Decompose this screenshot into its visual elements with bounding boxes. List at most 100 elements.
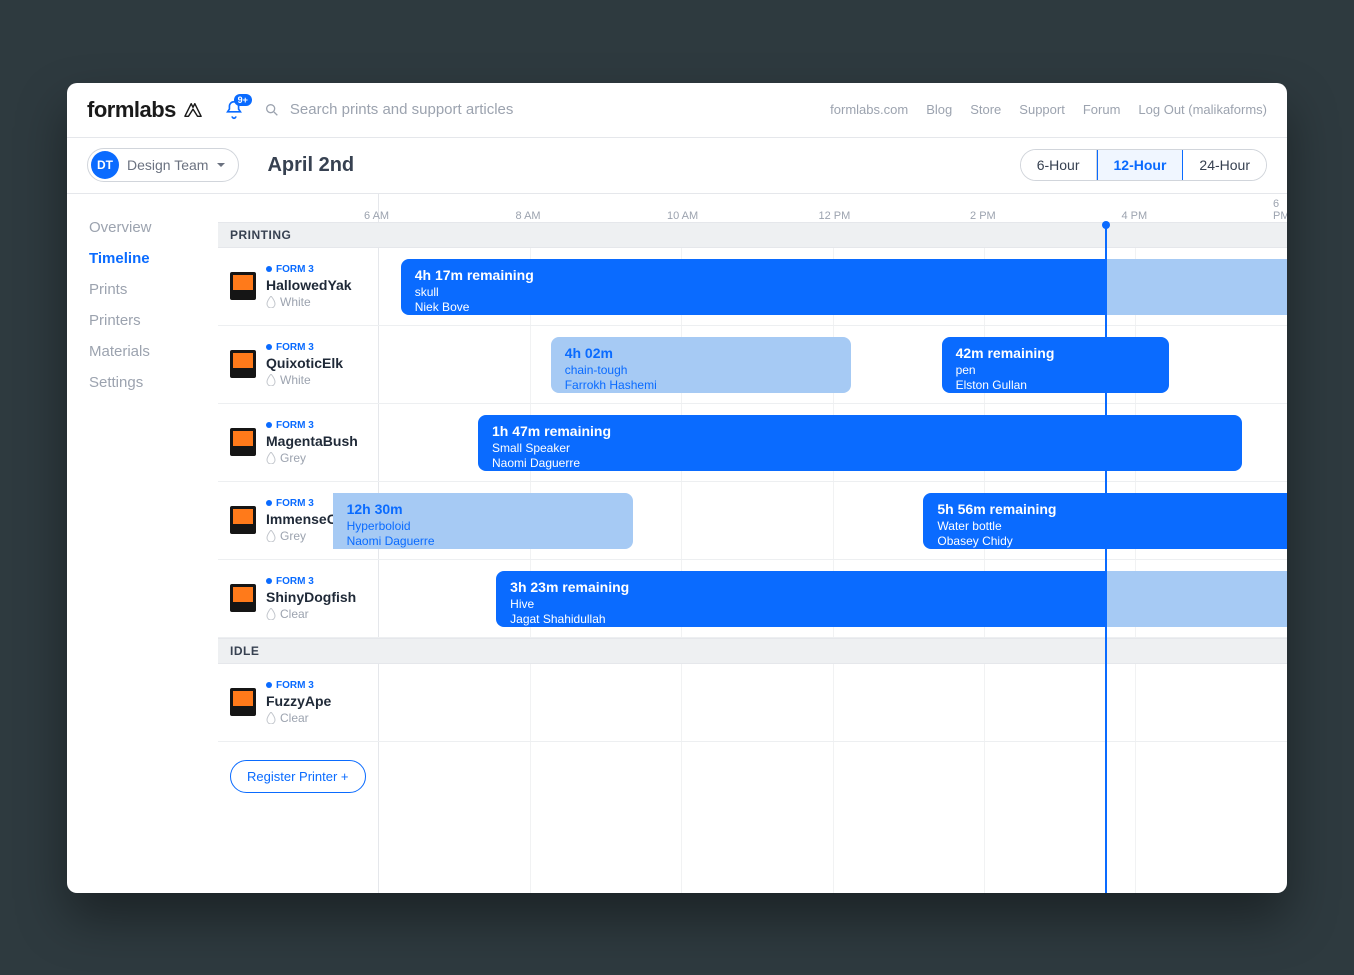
printer-meta: FORM 3 FuzzyApe Clear <box>266 680 331 725</box>
time-tick: 12 PM <box>819 210 851 222</box>
time-tick: 6 PM <box>1273 198 1287 222</box>
droplet-icon <box>266 374 276 386</box>
sidebar-item-settings[interactable]: Settings <box>89 367 217 398</box>
time-tick: 2 PM <box>970 210 996 222</box>
printer-row[interactable]: FORM 3 HallowedYak White 4h 17m remainin… <box>218 248 1287 326</box>
logo[interactable]: formlabs <box>87 97 204 123</box>
print-block[interactable] <box>1105 259 1287 315</box>
printer-cell: FORM 3 QuixoticElk White <box>218 326 378 403</box>
sidebar-item-printers[interactable]: Printers <box>89 305 217 336</box>
section-header: PRINTING <box>218 222 1287 248</box>
printer-lane: 3h 23m remaining Hive Jagat Shahidullah <box>378 560 1287 637</box>
print-block[interactable]: 4h 17m remaining skull Niek Bove <box>401 259 1105 315</box>
status-dot-icon <box>266 266 272 272</box>
printer-name: FuzzyApe <box>266 693 331 709</box>
printer-lane: 4h 02m chain-tough Farrokh Hashemi 42m r… <box>378 326 1287 403</box>
print-block-file: pen <box>956 363 1155 379</box>
print-block-user: Farrokh Hashemi <box>565 378 837 392</box>
team-name: Design Team <box>127 157 208 173</box>
print-block[interactable]: 12h 30m Hyperboloid Naomi Daguerre <box>333 493 633 549</box>
printer-cell: FORM 3 ShinyDogfish Clear <box>218 560 378 637</box>
time-tick: 8 AM <box>516 210 541 222</box>
printer-icon <box>230 272 256 300</box>
sidebar-item-overview[interactable]: Overview <box>89 212 217 243</box>
print-block-file: Small Speaker <box>492 441 1228 457</box>
printer-name: ShinyDogfish <box>266 589 356 605</box>
topbar-link[interactable]: formlabs.com <box>830 102 908 117</box>
hour-range-button[interactable]: 6-Hour <box>1021 150 1097 180</box>
print-block-user: Jagat Shahidullah <box>510 612 1091 626</box>
printer-lane: 12h 30m Hyperboloid Naomi Daguerre 5h 56… <box>378 482 1287 559</box>
printer-icon <box>230 688 256 716</box>
topbar-link[interactable]: Log Out (malikaforms) <box>1138 102 1267 117</box>
printer-row[interactable]: FORM 3 QuixoticElk White 4h 02m chain-to… <box>218 326 1287 404</box>
topbar-link[interactable]: Forum <box>1083 102 1121 117</box>
printer-meta: FORM 3 ShinyDogfish Clear <box>266 576 356 621</box>
print-block-title: 42m remaining <box>956 345 1155 361</box>
printer-material: Grey <box>266 451 358 465</box>
droplet-icon <box>266 530 276 542</box>
team-selector[interactable]: DT Design Team <box>87 148 239 182</box>
printer-meta: FORM 3 QuixoticElk White <box>266 342 343 387</box>
current-time-indicator <box>1105 222 1107 893</box>
sidebar-item-timeline[interactable]: Timeline <box>89 243 217 274</box>
print-block[interactable]: 4h 02m chain-tough Farrokh Hashemi <box>551 337 851 393</box>
printer-row[interactable]: FORM 3 MagentaBush Grey 1h 47m remaining… <box>218 404 1287 482</box>
printer-row[interactable]: FORM 3 FuzzyApe Clear <box>218 664 1287 742</box>
sidebar-item-materials[interactable]: Materials <box>89 336 217 367</box>
search-wrap <box>264 101 812 118</box>
status-dot-icon <box>266 500 272 506</box>
droplet-icon <box>266 452 276 464</box>
subheader: DT Design Team April 2nd 6-Hour12-Hour24… <box>67 138 1287 194</box>
droplet-icon <box>266 296 276 308</box>
notification-count: 9+ <box>234 94 252 107</box>
print-block-user: Naomi Daguerre <box>347 534 619 548</box>
print-block-file: skull <box>415 285 1091 301</box>
printer-icon <box>230 350 256 378</box>
hour-range-button[interactable]: 24-Hour <box>1183 150 1266 180</box>
print-block[interactable]: 42m remaining pen Elston Gullan <box>942 337 1169 393</box>
topbar-link[interactable]: Store <box>970 102 1001 117</box>
printer-model: FORM 3 <box>266 342 343 353</box>
search-input[interactable] <box>290 101 570 118</box>
sidebar: OverviewTimelinePrintsPrintersMaterialsS… <box>67 194 217 893</box>
print-block[interactable]: 1h 47m remaining Small Speaker Naomi Dag… <box>478 415 1242 471</box>
topbar-link[interactable]: Blog <box>926 102 952 117</box>
printer-lane: 4h 17m remaining skull Niek Bove <box>378 248 1287 325</box>
notification-bell[interactable]: 9+ <box>222 98 246 122</box>
printer-model: FORM 3 <box>266 680 331 691</box>
print-block-file: chain-tough <box>565 363 837 379</box>
topbar-link[interactable]: Support <box>1019 102 1065 117</box>
print-block-file: Hive <box>510 597 1091 613</box>
timeline-rows: PRINTING FORM 3 HallowedYak White 4h 17m… <box>218 222 1287 893</box>
print-block-user: Elston Gullan <box>956 378 1155 392</box>
sidebar-item-prints[interactable]: Prints <box>89 274 217 305</box>
register-printer-button[interactable]: Register Printer + <box>230 760 366 793</box>
print-block[interactable]: 3h 23m remaining Hive Jagat Shahidullah <box>496 571 1105 627</box>
printer-material: White <box>266 373 343 387</box>
printer-icon <box>230 584 256 612</box>
print-block-title: 4h 02m <box>565 345 837 361</box>
print-block-title: 12h 30m <box>347 501 619 517</box>
hour-range-button[interactable]: 12-Hour <box>1097 150 1184 180</box>
logo-text: formlabs <box>87 97 176 123</box>
chevron-down-icon <box>216 160 226 170</box>
topbar: formlabs 9+ formlabs.com Blog Store Support… <box>67 83 1287 138</box>
printer-name: QuixoticElk <box>266 355 343 371</box>
printer-model: FORM 3 <box>266 420 358 431</box>
status-dot-icon <box>266 344 272 350</box>
printer-name: MagentaBush <box>266 433 358 449</box>
droplet-icon <box>266 608 276 620</box>
printer-cell: FORM 3 FuzzyApe Clear <box>218 664 378 741</box>
print-block-user: Obasey Chidy <box>937 534 1287 548</box>
print-block-user: Niek Bove <box>415 300 1091 314</box>
timeline-content: 6 AM8 AM10 AM12 PM2 PM4 PM6 PM PRINTING … <box>217 194 1287 893</box>
team-avatar: DT <box>91 151 119 179</box>
printer-icon <box>230 428 256 456</box>
print-block-file: Hyperboloid <box>347 519 619 535</box>
time-tick: 10 AM <box>667 210 698 222</box>
print-block[interactable] <box>1105 571 1287 627</box>
printer-row[interactable]: FORM 3 ImmenseCalf Grey 12h 30m Hyperbol… <box>218 482 1287 560</box>
printer-row[interactable]: FORM 3 ShinyDogfish Clear 3h 23m remaini… <box>218 560 1287 638</box>
hour-range-toggle: 6-Hour12-Hour24-Hour <box>1020 149 1267 181</box>
